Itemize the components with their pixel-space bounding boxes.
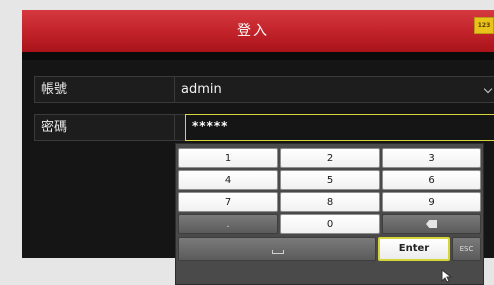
key-9[interactable]: 9	[382, 192, 481, 212]
mouse-pointer-icon	[441, 269, 453, 283]
backspace-key[interactable]	[382, 214, 481, 234]
username-row: 帳號 admin	[34, 76, 494, 103]
key-5[interactable]: 5	[280, 170, 380, 190]
key-6[interactable]: 6	[382, 170, 481, 190]
row-divider	[174, 77, 175, 102]
titlebar-divider	[22, 52, 494, 60]
enter-key[interactable]: Enter	[378, 237, 450, 261]
password-input[interactable]: *****	[185, 114, 494, 141]
username-select[interactable]: admin	[181, 77, 222, 102]
key-4[interactable]: 4	[178, 170, 278, 190]
row-divider	[174, 115, 175, 140]
chevron-down-icon[interactable]	[483, 84, 493, 94]
esc-key[interactable]: ESC	[452, 237, 481, 261]
space-key[interactable]	[178, 237, 376, 261]
backspace-icon	[426, 220, 437, 228]
key-1[interactable]: 1	[178, 148, 278, 168]
username-label: 帳號	[41, 82, 68, 97]
key-8[interactable]: 8	[280, 192, 380, 212]
password-value: *****	[192, 119, 229, 133]
password-row: 密碼 *****	[34, 114, 494, 141]
key-3[interactable]: 3	[382, 148, 481, 168]
input-mode-button[interactable]: 123	[474, 17, 494, 34]
key-dot[interactable]: .	[178, 214, 278, 234]
space-icon	[272, 250, 284, 254]
dialog-title: 登入	[237, 23, 269, 39]
key-0[interactable]: 0	[280, 214, 380, 234]
password-label: 密碼	[41, 120, 68, 135]
key-2[interactable]: 2	[280, 148, 380, 168]
key-7[interactable]: 7	[178, 192, 278, 212]
dialog-titlebar: 登入	[22, 10, 494, 52]
numeric-keypad: 1 2 3 4 5 6 7 8 9 . 0 Enter ESC	[175, 143, 484, 285]
